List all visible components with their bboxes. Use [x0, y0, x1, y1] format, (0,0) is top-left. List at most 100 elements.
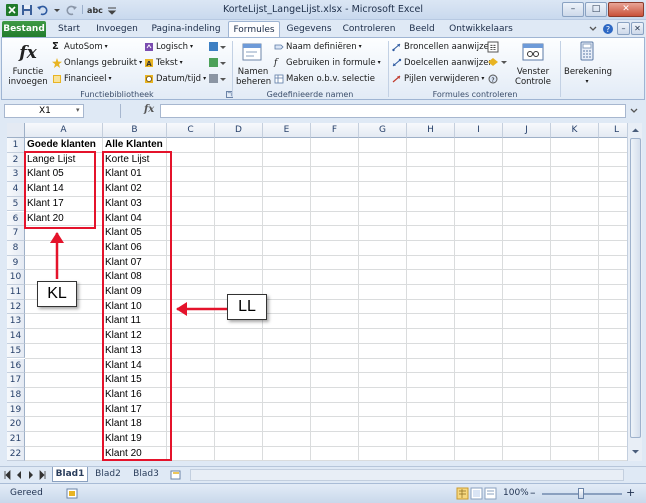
column-header-d[interactable]: D: [215, 123, 263, 138]
calculation-button[interactable]: Berekening ▾: [564, 40, 612, 87]
scrollbar-thumb[interactable]: [630, 138, 641, 438]
column-header-j[interactable]: J: [503, 123, 551, 138]
expand-formula-bar-icon[interactable]: [629, 106, 639, 116]
name-box-dropdown-icon[interactable]: ▾: [76, 106, 80, 114]
select-all-corner[interactable]: [7, 123, 25, 138]
row-header-14[interactable]: 14: [7, 329, 25, 344]
row-header-21[interactable]: 21: [7, 432, 25, 447]
financial-button[interactable]: Financieel ▾: [52, 73, 112, 85]
row-header-11[interactable]: 11: [7, 285, 25, 300]
insert-sheet-icon[interactable]: [170, 469, 182, 480]
help-icon[interactable]: ?: [602, 23, 614, 35]
tab-invoegen[interactable]: Invoegen: [92, 21, 142, 38]
datetime-button[interactable]: Datum/tijd ▾: [144, 73, 206, 85]
group-label-formules-controleren: Formules controleren: [432, 90, 518, 99]
row-header-18[interactable]: 18: [7, 387, 25, 403]
tab-gegevens[interactable]: Gegevens: [284, 21, 334, 38]
trace-dependents-button[interactable]: Doelcellen aanwijzen: [392, 57, 494, 69]
row-header-2[interactable]: 2: [7, 152, 25, 168]
tab-controleren[interactable]: Controleren: [338, 21, 400, 38]
highlight-box-kl: [24, 151, 96, 229]
logical-button[interactable]: Logisch ▾: [144, 41, 193, 53]
sheet-tab-blad2[interactable]: Blad2: [90, 467, 126, 482]
zoom-in-button[interactable]: +: [626, 486, 635, 499]
tab-bestand[interactable]: Bestand: [2, 21, 46, 38]
tab-ontwikkelaars[interactable]: Ontwikkelaars: [444, 21, 518, 38]
row-header-5[interactable]: 5: [7, 196, 25, 212]
row-header-15[interactable]: 15: [7, 343, 25, 359]
row-header-7[interactable]: 7: [7, 226, 25, 241]
minimize-button[interactable]: –: [562, 2, 584, 17]
cell-a1[interactable]: Goede klanten: [25, 138, 103, 152]
column-header-l[interactable]: L: [599, 123, 627, 138]
row-header-1[interactable]: 1: [7, 138, 25, 153]
insert-function-button[interactable]: fx Functie invoegen: [8, 40, 48, 87]
insert-function-fx-button[interactable]: fx: [144, 104, 154, 115]
ribbon-minimize-button[interactable]: –: [617, 22, 630, 35]
column-header-c[interactable]: C: [167, 123, 215, 138]
define-name-button[interactable]: Naam definiëren ▾: [274, 41, 362, 53]
view-buttons-icons[interactable]: [456, 487, 498, 500]
column-header-f[interactable]: F: [311, 123, 359, 138]
macro-record-icon[interactable]: [66, 488, 78, 499]
row-header-12[interactable]: 12: [7, 299, 25, 315]
sheet-tab-blad3[interactable]: Blad3: [128, 467, 164, 482]
zoom-out-button[interactable]: –: [530, 486, 536, 499]
vertical-scrollbar[interactable]: [627, 123, 642, 461]
text-button[interactable]: A Tekst ▾: [144, 57, 183, 69]
recent-used-button[interactable]: Onlangs gebruikt ▾: [52, 57, 142, 69]
sheet-navigation-icons[interactable]: [4, 470, 48, 480]
cell-b1[interactable]: Alle Klanten: [103, 138, 167, 152]
tab-beeld[interactable]: Beeld: [404, 21, 440, 38]
worksheet-grid[interactable]: ABCDEFGHIJKL 1 2 3 4 5 6 7 8 9 10 11 12 13 14 15 16 17 18…: [7, 123, 627, 461]
chevron-down-icon: ▾: [585, 78, 589, 85]
excel-window: | abc KorteLijst_LangeLijst.xlsx - Micro…: [0, 0, 646, 503]
zoom-slider-thumb[interactable]: [578, 488, 584, 499]
tab-pagina-indeling[interactable]: Pagina-indeling: [146, 21, 226, 38]
tab-formules[interactable]: Formules: [228, 21, 280, 38]
formula-bar-divider: [120, 104, 121, 118]
column-header-a[interactable]: A: [25, 123, 103, 138]
zoom-level[interactable]: 100%: [503, 488, 529, 498]
sheet-tab-blad1[interactable]: Blad1: [52, 467, 88, 482]
row-header-4[interactable]: 4: [7, 182, 25, 197]
create-from-selection-button[interactable]: Maken o.b.v. selectie: [274, 73, 375, 85]
watch-window-button[interactable]: Venster Controle: [514, 40, 552, 87]
column-header-h[interactable]: H: [407, 123, 455, 138]
remove-arrows-button[interactable]: Pijlen verwijderen ▾: [392, 73, 484, 85]
row-header-9[interactable]: 9: [7, 255, 25, 271]
row-header-10[interactable]: 10: [7, 270, 25, 285]
row-header-17[interactable]: 17: [7, 373, 25, 388]
horizontal-scrollbar[interactable]: [190, 469, 624, 481]
row-header-16[interactable]: 16: [7, 358, 25, 374]
names-manager-button[interactable]: Namen beheren: [236, 40, 271, 87]
close-button[interactable]: ✕: [608, 2, 644, 17]
column-header-k[interactable]: K: [551, 123, 599, 138]
minimize-ribbon-icon[interactable]: [588, 24, 598, 34]
trace-precedents-button[interactable]: Broncellen aanwijzen: [392, 41, 494, 53]
use-in-formula-button[interactable]: f Gebruiken in formule ▾: [274, 57, 381, 69]
row-header-20[interactable]: 20: [7, 417, 25, 432]
row-header-13[interactable]: 13: [7, 314, 25, 330]
row-header-8[interactable]: 8: [7, 240, 25, 256]
more-functions-icons[interactable]: [208, 41, 226, 89]
audit-tools-icons[interactable]: ☷?: [486, 41, 508, 89]
row-header-3[interactable]: 3: [7, 167, 25, 183]
scroll-down-icon[interactable]: [631, 447, 640, 456]
column-header-g[interactable]: G: [359, 123, 407, 138]
row-header-19[interactable]: 19: [7, 402, 25, 418]
scroll-up-icon[interactable]: [631, 126, 640, 135]
ribbon-close-button[interactable]: ✕: [631, 22, 644, 35]
row-header-6[interactable]: 6: [7, 211, 25, 227]
name-box[interactable]: X1: [4, 104, 84, 118]
svg-text:A: A: [146, 60, 152, 68]
name-manager-icon: [242, 43, 262, 61]
column-header-b[interactable]: B: [103, 123, 167, 138]
tab-start[interactable]: Start: [50, 21, 88, 38]
autosom-button[interactable]: Σ AutoSom ▾: [52, 41, 108, 53]
row-header-22[interactable]: 22: [7, 446, 25, 461]
formula-input[interactable]: [160, 104, 626, 118]
column-header-i[interactable]: I: [455, 123, 503, 138]
maximize-button[interactable]: □: [585, 2, 607, 17]
column-header-e[interactable]: E: [263, 123, 311, 138]
